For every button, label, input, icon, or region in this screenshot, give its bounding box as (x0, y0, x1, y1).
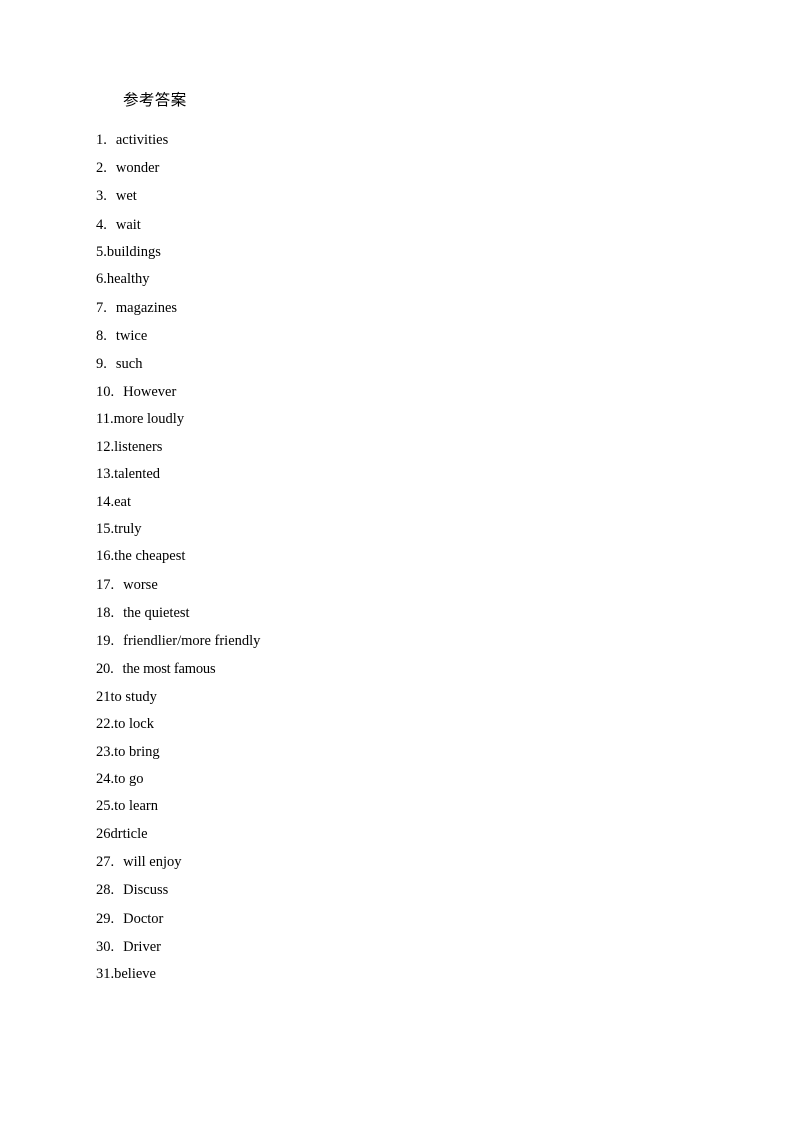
answer-number: 12. (96, 438, 115, 455)
answer-text: the most famous (122, 661, 216, 678)
answer-item: 9. such (96, 350, 716, 378)
answer-text: such (115, 356, 143, 373)
answer-item: 28. Discuss (96, 876, 716, 904)
answer-text: will enjoy (123, 854, 182, 871)
answer-item: 17. worse (96, 571, 716, 599)
answer-text: to go (114, 770, 144, 787)
answer-number: 4. (96, 216, 107, 233)
answer-number: 20. (96, 661, 114, 678)
answer-text: drticle (110, 825, 148, 842)
answer-text: the quietest (123, 605, 190, 622)
answer-number: 31. (96, 965, 115, 982)
answer-item: 29. Doctor (96, 905, 716, 933)
answer-number: 24. (96, 770, 115, 787)
answer-text: to learn (114, 798, 159, 815)
answer-item: 16.the cheapest (96, 543, 716, 570)
answer-number: 5. (96, 243, 107, 260)
answer-text: more loudly (113, 411, 185, 428)
answer-text: wait (115, 216, 141, 233)
answer-text: truly (114, 521, 142, 538)
answer-item: 18. the quietest (96, 599, 716, 627)
answer-item: 21to study (96, 684, 716, 711)
answer-number: 6. (96, 271, 107, 288)
answer-number: 9. (96, 356, 107, 373)
answer-number: 26 (96, 825, 111, 842)
answer-item: 7. magazines (96, 294, 716, 322)
answer-text: believe (114, 965, 156, 982)
answer-number: 21 (96, 688, 111, 705)
answer-text: However (123, 384, 177, 401)
answer-text: to study (110, 688, 157, 705)
answer-text: worse (123, 576, 158, 593)
answer-item: 1. activities (96, 126, 716, 154)
answer-text: healthy (106, 271, 150, 288)
answer-text: twice (115, 327, 148, 344)
answer-item: 12.listeners (96, 434, 716, 461)
answer-item: 8. twice (96, 322, 716, 350)
answer-number: 15. (96, 521, 115, 538)
answer-number: 25. (96, 798, 115, 815)
answer-number: 16. (96, 548, 115, 565)
answer-text: Discuss (123, 882, 169, 899)
answer-number: 28. (96, 882, 115, 899)
answer-text: magazines (115, 299, 178, 316)
answer-number: 18. (96, 605, 115, 622)
answer-item: 25.to learn (96, 793, 716, 820)
answer-text: to bring (114, 743, 160, 760)
answer-text: Doctor (123, 910, 164, 927)
answer-item: 19. friendlier/more friendly (96, 627, 716, 655)
document-page: 参考答案 1. activities 2. wonder 3. wet 4. wait 5.bu… (0, 0, 794, 1123)
answer-number: 29. (96, 910, 115, 927)
answer-item: 13.talented (96, 461, 716, 488)
answer-item: 10. However (96, 378, 716, 406)
answer-item: 30. Driver (96, 933, 716, 961)
answer-text: talented (114, 466, 161, 483)
answer-number: 22. (96, 716, 115, 733)
answer-text: eat (114, 493, 132, 510)
answer-item: 27. will enjoy (96, 848, 716, 876)
answer-item: 4. wait (96, 211, 716, 239)
answer-number: 3. (96, 188, 107, 205)
answer-list: 1. activities 2. wonder 3. wet 4. wait 5.buildin… (96, 126, 716, 988)
answer-item: 3. wet (96, 182, 716, 210)
answer-number: 7. (96, 299, 107, 316)
answer-text: buildings (106, 243, 161, 260)
answer-number: 14. (96, 493, 115, 510)
answer-item: 23.to bring (96, 739, 716, 766)
answer-text: listeners (114, 438, 163, 455)
answer-number: 11. (96, 411, 114, 428)
answer-item: 20. the most famous (96, 655, 716, 683)
answer-item: 22.to lock (96, 711, 716, 738)
answer-number: 8. (96, 327, 107, 344)
answer-number: 17. (96, 576, 115, 593)
answer-item: 24.to go (96, 766, 716, 793)
answer-item: 5.buildings (96, 239, 716, 266)
answer-number: 27. (96, 854, 115, 871)
answer-item: 15.truly (96, 516, 716, 543)
answer-item: 6.healthy (96, 266, 716, 293)
answer-text: activities (115, 132, 169, 148)
answer-number: 10. (96, 384, 115, 401)
answer-number: 19. (96, 633, 115, 650)
answer-item: 14.eat (96, 489, 716, 516)
answer-item: 26drticle (96, 821, 716, 848)
answer-number: 13. (96, 466, 115, 483)
answer-number: 1. (96, 132, 107, 148)
page-title: 参考答案 (123, 92, 187, 109)
answer-text: the cheapest (114, 548, 186, 565)
answer-item: 31.believe (96, 961, 716, 988)
answer-number: 30. (96, 938, 115, 955)
answer-number: 2. (96, 160, 107, 177)
answer-text: wet (115, 188, 137, 205)
answer-text: Driver (123, 938, 161, 955)
answer-item: 2. wonder (96, 154, 716, 182)
answer-text: wonder (115, 160, 160, 177)
answer-text: friendlier/more friendly (123, 633, 261, 650)
answer-text: to lock (114, 716, 154, 733)
answer-number: 23. (96, 743, 115, 760)
document-body: 参考答案 1. activities 2. wonder 3. wet 4. wait 5.bu… (96, 90, 716, 988)
answer-item: 11.more loudly (96, 406, 716, 433)
